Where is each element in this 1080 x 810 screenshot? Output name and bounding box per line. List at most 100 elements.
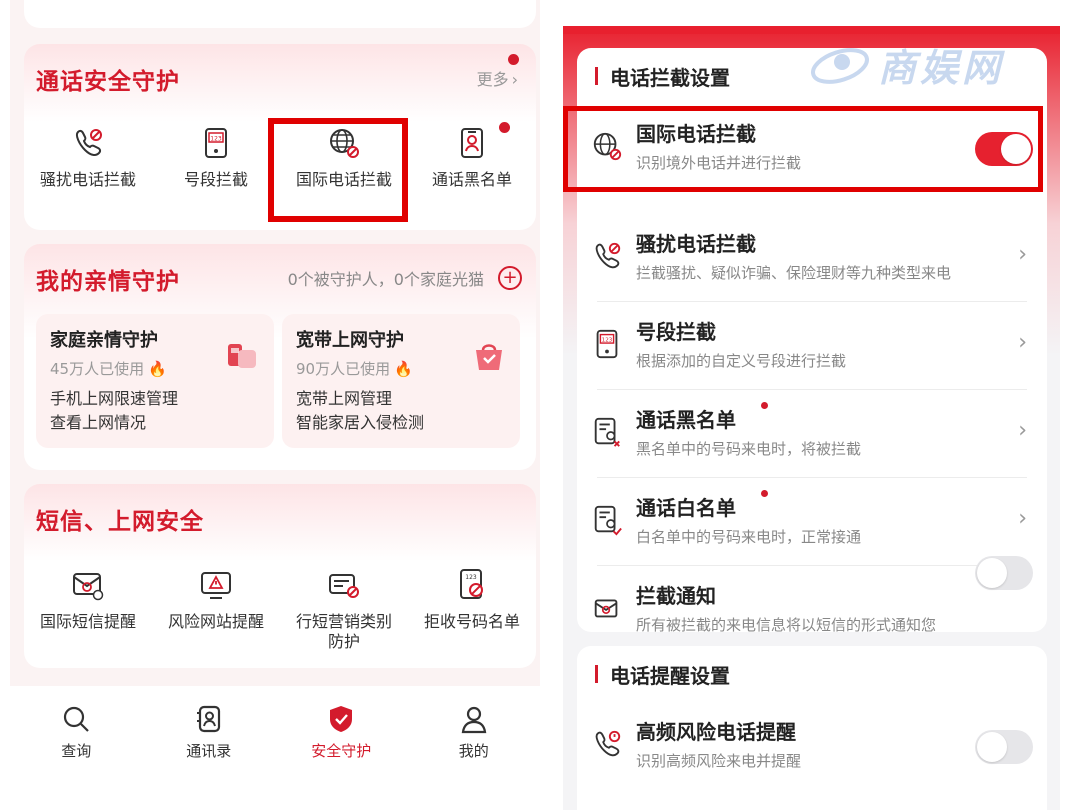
row-call-whitelist[interactable]: 通话白名单 白名单中的号码来电时，正常接通 › (577, 478, 1047, 566)
nav-label: 安全守护 (311, 742, 372, 760)
row-title: 骚扰电话拦截 (636, 232, 756, 256)
row-title: 高频风险电话提醒 (636, 720, 796, 744)
nav-security[interactable]: 安全守护 (275, 686, 408, 778)
contact-card-icon (461, 128, 483, 158)
row-high-freq-risk[interactable]: 高频风险电话提醒 识别高频风险来电并提醒 (577, 702, 1047, 790)
add-icon[interactable]: + (498, 266, 522, 290)
nav-profile[interactable]: 我的 (408, 686, 541, 778)
more-label: 更多 (476, 70, 509, 89)
nav-label: 通讯录 (186, 742, 232, 760)
users-text: 45万人已使用 (50, 360, 145, 378)
row-subtitle: 根据添加的自定义号段进行拦截 (636, 352, 847, 370)
card-title: 通话安全守护 (36, 69, 180, 95)
desc-line: 查看上网情况 (50, 413, 147, 432)
users-text: 90万人已使用 (296, 360, 391, 378)
item-call-blacklist[interactable]: 通话黑名单 (408, 126, 536, 190)
family-guard-card: 我的亲情守护 0个被守护人，0个家庭光猫 + 家庭亲情守护 45万人已使用 🔥 手… (24, 244, 536, 470)
intercept-notice-icon (594, 599, 618, 618)
section-marker (595, 67, 598, 85)
item-label: 骚扰电话拦截 (39, 170, 136, 189)
item-label: 行短营销类别防护 (295, 612, 392, 651)
item-risk-site[interactable]: 风险网站提醒 (152, 568, 280, 652)
previous-card-stub (24, 0, 536, 28)
highlight-top-edge (563, 26, 1060, 34)
fire-icon: 🔥 (394, 360, 413, 378)
watermark-logo: 商娱网 (808, 38, 1048, 90)
harassment-call-icon (595, 242, 621, 269)
intercept-notice-toggle[interactable] (975, 556, 1033, 590)
highlight-box (563, 106, 1043, 192)
guard-summary: 0个被守护人，0个家庭光猫 + (288, 266, 522, 290)
family-guard-icon (228, 344, 256, 368)
chevron-right-icon: › (1018, 418, 1027, 443)
family-guard-tile[interactable]: 家庭亲情守护 45万人已使用 🔥 手机上网限速管理 查看上网情况 (36, 314, 274, 448)
row-intercept-notice[interactable]: 拦截通知 所有被拦截的来电信息将以短信的形式通知您 (577, 556, 1047, 654)
watermark-text: 商娱网 (878, 45, 1005, 90)
sms-web-safety-card: 短信、上网安全 国际短信提醒 风险网站提醒 行短营销类别防护 123 拒收号码名… (24, 484, 536, 668)
watermark-swoosh-icon (811, 48, 869, 84)
sms-web-items: 国际短信提醒 风险网站提醒 行短营销类别防护 123 拒收号码名单 (24, 568, 536, 652)
toggle-knob (977, 558, 1007, 588)
guard-count-text: 0个被守护人，0个家庭光猫 (287, 270, 484, 289)
blacklist-icon (594, 417, 620, 447)
tile-desc: 手机上网限速管理 查看上网情况 (50, 387, 260, 435)
security-home-screen: 通话安全守护 更多› 骚扰电话拦截 123 号段拦截 国际电话拦截 通话黑名单 (10, 0, 540, 778)
desc-line: 手机上网限速管理 (50, 389, 179, 408)
bottom-nav: 查询 通讯录 安全守护 我的 (10, 686, 540, 778)
more-link[interactable]: 更多 › (477, 66, 518, 90)
reject-number-icon: 123 (460, 569, 483, 599)
item-number-segment[interactable]: 123 号段拦截 (152, 126, 280, 190)
notification-dot (761, 402, 768, 409)
desc-line: 智能家居入侵检测 (296, 413, 425, 432)
item-label: 拒收号码名单 (423, 612, 520, 631)
nav-contacts[interactable]: 通讯录 (143, 686, 276, 778)
high-freq-risk-toggle[interactable] (975, 730, 1033, 764)
nav-query[interactable]: 查询 (10, 686, 143, 778)
item-marketing-sms[interactable]: 行短营销类别防护 (280, 568, 408, 652)
row-title: 拦截通知 (636, 584, 716, 608)
svg-text:123: 123 (210, 136, 222, 143)
profile-icon (461, 706, 487, 734)
marketing-sms-icon (329, 574, 359, 598)
item-label: 通话黑名单 (431, 170, 512, 189)
highlight-box (268, 118, 408, 222)
row-subtitle: 黑名单中的号码来电时，将被拦截 (636, 440, 862, 458)
shield-icon (330, 706, 353, 732)
tile-desc: 宽带上网管理智能家居入侵检测 (296, 387, 506, 435)
row-title: 通话白名单 (636, 496, 736, 520)
row-title: 通话黑名单 (636, 408, 736, 432)
svg-text:123: 123 (465, 574, 477, 581)
card-title: 短信、上网安全 (36, 509, 204, 535)
row-harassment-call[interactable]: 骚扰电话拦截 拦截骚扰、疑似诈骗、保险理财等九种类型来电 › (577, 214, 1047, 302)
section-marker (595, 665, 598, 683)
desc-line: 宽带上网管理 (296, 389, 393, 408)
row-subtitle: 拦截骚扰、疑似诈骗、保险理财等九种类型来电 (636, 264, 952, 282)
item-harassment-call[interactable]: 骚扰电话拦截 (24, 126, 152, 190)
intercept-settings-screen: 电话拦截设置 国际电话拦截 识别境外电话并进行拦截 骚扰电话拦截 拦截骚扰、疑似… (563, 26, 1060, 810)
card-title: 我的亲情守护 (36, 269, 180, 295)
toggle-knob (977, 732, 1007, 762)
row-subtitle: 白名单中的号码来电时，正常接通 (636, 528, 862, 546)
risk-site-icon (201, 572, 231, 599)
number-segment-icon: 123 (596, 329, 618, 359)
row-subtitle: 所有被拦截的来电信息将以短信的形式通知您 (636, 616, 937, 634)
section-header: 电话拦截设置 (595, 48, 730, 104)
notification-dot (499, 122, 510, 133)
item-reject-number[interactable]: 123 拒收号码名单 (408, 568, 536, 652)
chevron-right-icon: › (1018, 242, 1027, 267)
contacts-icon (196, 705, 220, 733)
section-title: 电话拦截设置 (610, 65, 730, 90)
broadband-guard-icon (476, 344, 502, 370)
fire-icon: 🔥 (148, 360, 167, 378)
svg-text:123: 123 (602, 338, 613, 344)
reminder-settings-panel: 电话提醒设置 高频风险电话提醒 识别高频风险来电并提醒 (577, 646, 1047, 810)
item-intl-sms[interactable]: 国际短信提醒 (24, 568, 152, 652)
row-number-segment[interactable]: 123 号段拦截 根据添加的自定义号段进行拦截 › (577, 302, 1047, 390)
broadband-guard-tile[interactable]: 宽带上网守护 90万人已使用 🔥 宽带上网管理 智能家居入侵检测 (282, 314, 520, 448)
row-subtitle: 识别高频风险来电并提醒 (636, 752, 802, 770)
item-label: 号段拦截 (183, 170, 248, 189)
chevron-right-icon: › (511, 70, 518, 89)
row-call-blacklist[interactable]: 通话黑名单 黑名单中的号码来电时，将被拦截 › (577, 390, 1047, 478)
whitelist-icon (594, 505, 622, 536)
notification-dot (508, 54, 519, 65)
